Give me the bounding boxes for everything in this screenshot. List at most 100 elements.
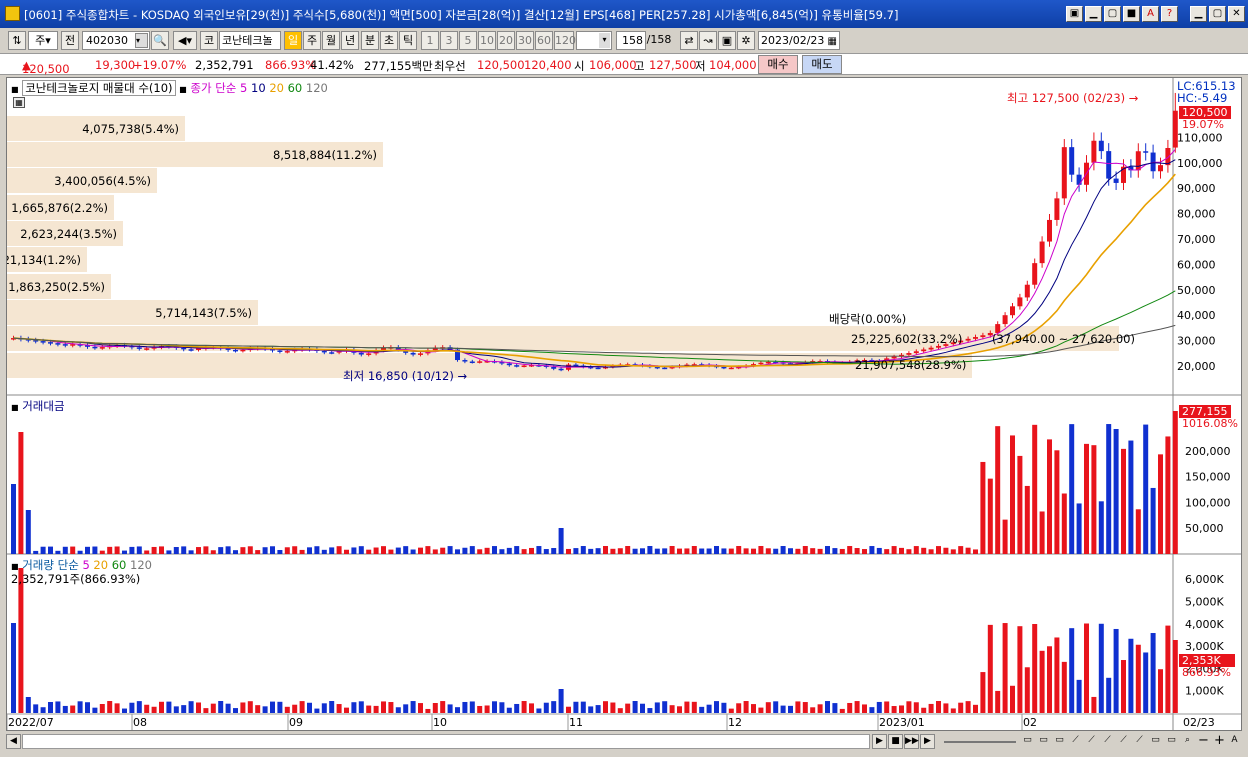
grid-toggle-icon[interactable]: ▦ <box>13 97 25 108</box>
font-button[interactable]: A <box>1142 6 1159 22</box>
save-icon[interactable]: ▣ <box>718 31 736 50</box>
period-minute[interactable]: 분 <box>361 31 379 50</box>
stock-name-field[interactable]: 코난테크놀로지 <box>219 31 281 50</box>
speaker-icon[interactable]: ◀▾ <box>173 31 197 50</box>
tool-icon-4[interactable]: ▭ <box>1148 734 1163 749</box>
trendline-icon[interactable]: ⟋ <box>1100 734 1115 749</box>
period-year[interactable]: 년 <box>341 31 359 50</box>
zoom-in-icon[interactable]: + <box>1212 734 1227 749</box>
trendline-icon[interactable]: ⟋ <box>1084 734 1099 749</box>
amount-bar <box>802 546 808 554</box>
scroll-track[interactable] <box>22 734 870 749</box>
trendline-icon[interactable]: ⟋ <box>1132 734 1147 749</box>
candle <box>765 361 771 364</box>
stock-chart-icon[interactable]: ⇅ <box>8 31 26 50</box>
fast-forward-button[interactable]: ▶▶ <box>904 734 919 749</box>
amount-bar <box>987 478 993 554</box>
amount-bar <box>847 546 853 554</box>
period-month[interactable]: 월 <box>322 31 340 50</box>
indicator-icon[interactable]: ↝ <box>699 31 717 50</box>
play-button[interactable]: ▶ <box>872 734 887 749</box>
minimize-button[interactable]: ▁ <box>1190 6 1207 22</box>
amount-bar <box>625 546 631 554</box>
zoom-search-icon[interactable]: ⌕ <box>1180 734 1195 749</box>
interval-5[interactable]: 5 <box>459 31 477 50</box>
settings-gear-icon[interactable]: ✲ <box>737 31 755 50</box>
period-day[interactable]: 일 <box>284 31 302 50</box>
tool-icon-5[interactable]: ▭ <box>1164 734 1179 749</box>
calendar-icon[interactable]: ▦ <box>828 33 837 50</box>
interval-input[interactable]: ▾ <box>576 31 612 50</box>
interval-20[interactable]: 20 <box>497 31 515 50</box>
chart-svg[interactable]: 110,000 100,000 90,000 80,000 70,000 60,000 50… <box>0 78 1241 730</box>
volume-bar <box>950 708 956 713</box>
search-icon[interactable]: 🔍 <box>151 31 169 50</box>
pin-button[interactable]: ■ <box>1123 6 1140 22</box>
amount-bar <box>751 548 756 554</box>
trendline-icon[interactable]: ⟋ <box>1068 734 1083 749</box>
scroll-right-button[interactable]: ▶ <box>920 734 935 749</box>
candle <box>1135 151 1141 171</box>
market-select[interactable]: 주▾ <box>28 31 58 50</box>
help-button[interactable]: ? <box>1161 6 1178 22</box>
trendline-icon[interactable]: ⟋ <box>1116 734 1131 749</box>
amount-bar <box>418 547 423 554</box>
amount-bar <box>1106 424 1112 554</box>
kind-button[interactable]: 코 <box>200 31 218 50</box>
volume-bar <box>77 701 83 713</box>
volume-bar <box>462 701 468 713</box>
compare-icon[interactable]: ⇄ <box>680 31 698 50</box>
interval-30[interactable]: 30 <box>516 31 534 50</box>
maximize-button[interactable]: ▢ <box>1209 6 1226 22</box>
interval-60[interactable]: 60 <box>535 31 553 50</box>
code-input[interactable]: 402030 ▾ <box>82 31 150 50</box>
candle <box>906 353 912 355</box>
amount-bar <box>484 547 490 554</box>
zoom-slider[interactable] <box>944 741 1016 743</box>
amount-bar <box>77 550 83 554</box>
volume-bar <box>566 706 571 713</box>
volume-profile-label: 921,134(1.2%) <box>7 253 81 267</box>
prev-button[interactable]: 전 <box>61 31 79 50</box>
restore-small-button[interactable]: ▢ <box>1104 6 1121 22</box>
interval-120[interactable]: 120 <box>554 31 576 50</box>
amount-bar <box>440 547 446 554</box>
zoom-out-icon[interactable]: − <box>1196 734 1211 749</box>
amount-bar <box>107 546 113 554</box>
volume-bar <box>284 706 290 713</box>
interval-1[interactable]: 1 <box>421 31 439 50</box>
interval-10[interactable]: 10 <box>478 31 496 50</box>
layout-button[interactable]: ▣ <box>1066 6 1083 22</box>
x-axis-label: 10 <box>433 716 447 729</box>
candle <box>558 368 564 371</box>
buy-button[interactable]: 매수 <box>758 55 798 74</box>
volume-bar <box>1047 646 1052 713</box>
amount-bar <box>33 550 39 554</box>
date-input[interactable]: 2023/02/23 ▦ <box>758 31 840 50</box>
volume-bar <box>995 690 1001 713</box>
stop-button[interactable]: ■ <box>888 734 903 749</box>
amount-bar <box>358 546 364 554</box>
close-button[interactable]: ✕ <box>1228 6 1245 22</box>
period-tick[interactable]: 틱 <box>399 31 417 50</box>
amount-bar <box>854 548 860 554</box>
scroll-left-button[interactable]: ◀ <box>6 734 21 749</box>
quote-volume: 2,352,791 <box>195 58 254 72</box>
candle <box>62 344 68 346</box>
amount-bar <box>173 547 179 554</box>
volume-bar <box>899 705 904 713</box>
tool-icon-2[interactable]: ▭ <box>1036 734 1051 749</box>
sell-button[interactable]: 매도 <box>802 55 842 74</box>
tool-icon-1[interactable]: ▭ <box>1020 734 1035 749</box>
period-week[interactable]: 주 <box>303 31 321 50</box>
tool-icon-3[interactable]: ▭ <box>1052 734 1067 749</box>
text-tool-icon[interactable]: A <box>1227 734 1242 749</box>
count-input[interactable]: 158 <box>616 31 646 50</box>
volume-bar <box>514 703 520 713</box>
chart-area[interactable]: 110,000 100,000 90,000 80,000 70,000 60,000 50… <box>0 77 1242 731</box>
min-small-button[interactable]: ▁ <box>1085 6 1102 22</box>
price-axis-tick: 50,000 <box>1177 284 1216 297</box>
period-second[interactable]: 초 <box>380 31 398 50</box>
interval-3[interactable]: 3 <box>440 31 458 50</box>
volume-bar <box>1061 661 1067 713</box>
